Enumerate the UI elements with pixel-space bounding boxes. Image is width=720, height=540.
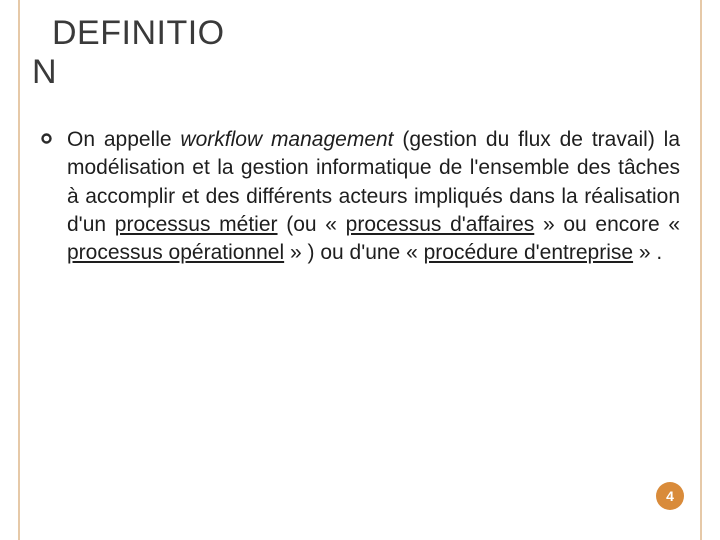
text-tail: » . [633,241,662,264]
bullet-item: On appelle workflow management (gestion … [40,126,680,268]
text-mid3: » ) ou d'une « [284,241,423,264]
definition-paragraph: On appelle workflow management (gestion … [67,126,680,268]
text-leadin: On appelle [67,128,180,151]
page-number: 4 [666,488,674,504]
title-line-1: DEFINITIO [32,14,225,52]
link-procedure-entreprise[interactable]: procédure d'entreprise [424,241,633,264]
title-line-2: N [32,53,57,91]
ring-bullet-icon [40,132,53,145]
italic-term: workflow management [180,128,393,151]
slide-body: On appelle workflow management (gestion … [40,126,680,268]
page-number-badge: 4 [656,482,684,510]
link-processus-metier[interactable]: processus métier [115,213,278,236]
text-mid1: (ou « [278,213,346,236]
slide-title: DEFINITIO N [32,14,692,92]
link-processus-affaires[interactable]: processus d'affaires [346,213,535,236]
link-processus-operationnel[interactable]: processus opérationnel [67,241,284,264]
text-mid2: » ou encore « [534,213,680,236]
